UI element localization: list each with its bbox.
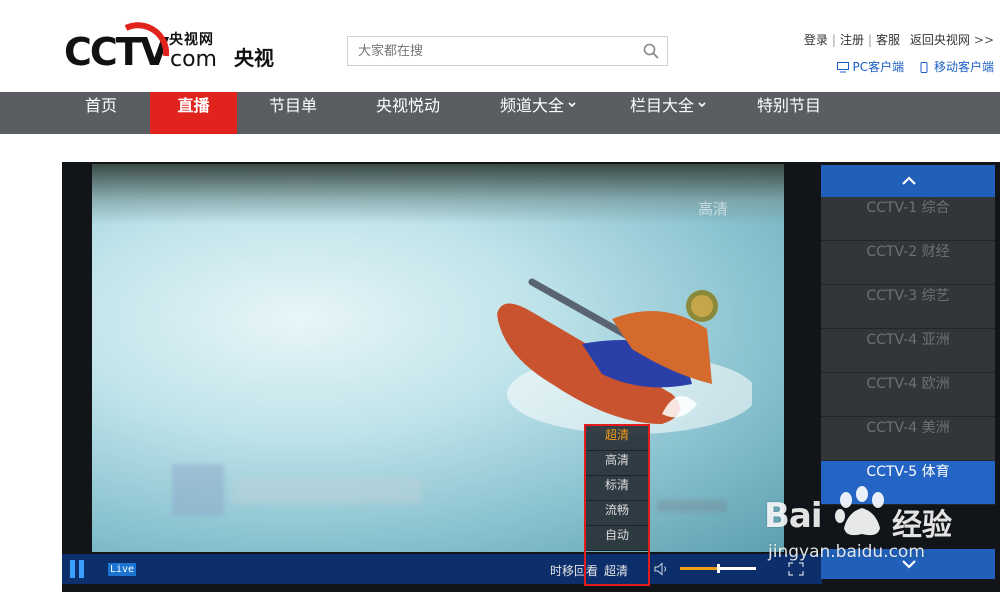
timeshift-button[interactable]: 时移回看 — [550, 562, 598, 579]
volume-slider[interactable] — [680, 564, 756, 573]
search-input[interactable] — [348, 37, 628, 65]
search-icon[interactable] — [643, 43, 659, 59]
pause-icon[interactable] — [70, 560, 84, 578]
register-link[interactable]: 注册 — [840, 33, 864, 47]
search-box — [347, 36, 668, 66]
nav-item-home[interactable]: 首页 — [62, 92, 140, 134]
service-link[interactable]: 客服 — [876, 33, 900, 47]
logo-short-name: 央视 — [234, 46, 274, 70]
video-shadow — [92, 164, 784, 224]
quality-option-smooth[interactable]: 流畅 — [586, 501, 648, 526]
svg-text:com: com — [170, 47, 217, 72]
chevron-down-icon — [698, 102, 706, 108]
channel-item[interactable]: CCTV-2 财经 — [821, 241, 995, 285]
channel-item[interactable]: CCTV-4 欧洲 — [821, 373, 995, 417]
client-links: PC客户端 移动客户端 — [827, 58, 994, 75]
nav-label: 央视悦动 — [375, 96, 440, 115]
channel-item[interactable]: CCTV-1 综合 — [821, 197, 995, 241]
nav-label: 特别节目 — [756, 96, 821, 115]
nav-label: 首页 — [84, 96, 117, 115]
logo-site-name: 央视网 — [169, 32, 214, 48]
site-header: CCTV com 央视网 央视 登录|注册|客服 返回央视网>> PC客户端 移… — [0, 0, 1000, 92]
live-badge: Live — [108, 563, 137, 576]
nav-item-yuedong[interactable]: 央视悦动 — [362, 92, 454, 134]
nav-item-special[interactable]: 特别节目 — [745, 92, 833, 134]
nav-label: 节目单 — [268, 96, 317, 115]
nav-item-channels[interactable]: 频道大全 — [488, 92, 588, 134]
svg-text:CCTV: CCTV — [64, 30, 170, 74]
back-to-cctv-link[interactable]: 返回央视网 — [910, 33, 970, 47]
nav-label: 栏目大全 — [629, 96, 694, 115]
watermark-url: jingyan.baidu.com — [768, 542, 925, 562]
cctv-logo[interactable]: CCTV com 央视网 央视 — [64, 18, 284, 74]
double-chevron-right-icon: >> — [973, 33, 994, 47]
paw-icon — [835, 486, 884, 536]
volume-icon[interactable] — [654, 562, 670, 576]
chevron-down-icon — [568, 102, 576, 108]
volume-fill — [680, 567, 718, 570]
quality-option-hd[interactable]: 高清 — [586, 451, 648, 476]
pc-client-label: PC客户端 — [852, 60, 905, 74]
nav-item-columns[interactable]: 栏目大全 — [618, 92, 718, 134]
login-link[interactable]: 登录 — [804, 33, 828, 47]
baidu-watermark: Bai 经验 jingyan.baidu.com — [762, 482, 1000, 592]
quality-option-auto[interactable]: 自动 — [586, 526, 648, 551]
quality-button[interactable]: 超清 — [604, 562, 628, 579]
kayaker-image — [497, 278, 752, 434]
mobile-client-link[interactable]: 移动客户端 — [918, 60, 994, 74]
nav-item-schedule[interactable]: 节目单 — [253, 92, 333, 134]
nav-label: 频道大全 — [499, 96, 564, 115]
main-nav: 首页 直播 节目单 央视悦动 频道大全 栏目大全 特别节目 — [0, 92, 1000, 134]
blurred-logo — [172, 464, 224, 516]
volume-knob[interactable] — [717, 564, 720, 573]
blurred-caption — [232, 478, 422, 504]
watermark-brand: Bai — [764, 496, 823, 536]
watermark-jingyan: 经验 — [892, 508, 952, 543]
channel-item[interactable]: CCTV-3 综艺 — [821, 285, 995, 329]
channel-scroll-up[interactable] — [821, 165, 995, 197]
mobile-client-label: 移动客户端 — [933, 60, 994, 74]
blurred-caption — [657, 500, 727, 512]
pc-client-link[interactable]: PC客户端 — [836, 60, 908, 74]
channel-item[interactable]: CCTV-4 美洲 — [821, 417, 995, 461]
divider: | — [831, 33, 836, 47]
nav-label: 直播 — [177, 96, 210, 115]
quality-option-ultra[interactable]: 超清 — [586, 426, 648, 451]
monitor-icon — [836, 62, 849, 73]
player-control-bar: Live 时移回看 超清 — [62, 554, 822, 584]
divider: | — [867, 33, 873, 47]
channel-watermark: 高清 — [698, 200, 729, 218]
channel-list: CCTV-1 综合 CCTV-2 财经 CCTV-3 综艺 CCTV-4 亚洲 … — [821, 165, 995, 505]
chevron-up-icon — [902, 176, 916, 185]
video-frame[interactable]: 高清 — [92, 164, 784, 552]
nav-item-live[interactable]: 直播 — [150, 92, 237, 134]
quality-option-sd[interactable]: 标清 — [586, 476, 648, 501]
channel-item[interactable]: CCTV-4 亚洲 — [821, 329, 995, 373]
account-links: 登录 | 注册 | 客服 返回央视网 >> — [804, 31, 994, 48]
phone-icon — [920, 62, 928, 73]
quality-menu: 超清 高清 标清 流畅 自动 — [586, 426, 648, 552]
